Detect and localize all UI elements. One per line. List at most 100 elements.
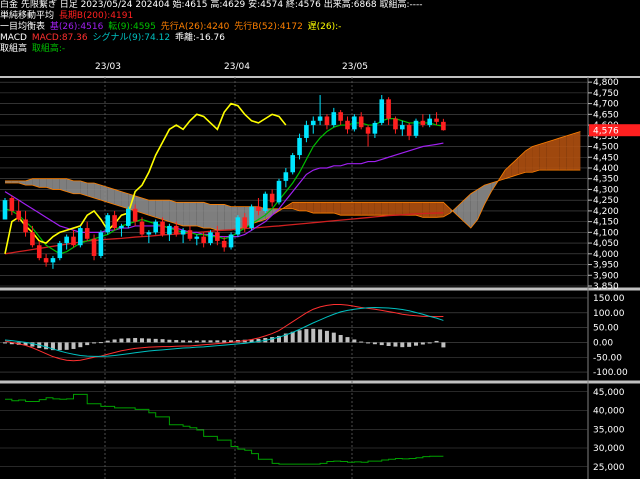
ichimoku-cloud-segment [546, 140, 553, 171]
price-tick-label: 4,350 [593, 175, 619, 185]
ichimoku-cloud-segment [559, 135, 567, 171]
candle-body [331, 112, 337, 126]
macd-histogram-bar [208, 340, 213, 343]
candle-body [420, 120, 426, 126]
ichimoku-cloud-segment [381, 202, 389, 216]
macd-histogram-bar [85, 342, 90, 346]
price-tick-label: 4,700 [593, 100, 619, 110]
macd-histogram-bar [78, 342, 83, 348]
ichimoku-cloud-segment [224, 204, 232, 231]
candle-body [276, 180, 282, 203]
candle-body [43, 258, 49, 263]
ichimoku-cloud-segment [416, 202, 423, 218]
oi-tick-label: 45,000 [593, 388, 625, 398]
candle-body [84, 228, 90, 239]
macd-tick-label: 50.00 [593, 324, 619, 334]
price-tick-label: 4,800 [593, 78, 619, 88]
candle-body [221, 240, 227, 248]
candle-body [153, 221, 158, 233]
candle-body [36, 245, 42, 259]
candle-body [441, 121, 446, 131]
macd-histogram-bar [338, 335, 343, 343]
macd-histogram-bar [324, 330, 329, 343]
candle-body [228, 234, 234, 248]
macd-histogram-bar [119, 338, 124, 343]
macd-histogram-bar [98, 342, 103, 344]
macd-histogram-bar [379, 342, 384, 346]
ichimoku-cloud-segment [422, 202, 430, 218]
ichimoku-cloud-segment [217, 204, 225, 231]
ichimoku-cloud-segment [299, 202, 307, 211]
candle-body [180, 230, 186, 235]
candle-body [57, 243, 63, 259]
macd-histogram-bar [181, 340, 186, 343]
price-tick-label: 4,000 [593, 250, 619, 260]
candle-body [352, 116, 357, 130]
macd-histogram-bar [318, 329, 323, 343]
candle-body [358, 116, 364, 128]
price-tick-label: 4,250 [593, 196, 619, 206]
macd-histogram-bar [304, 329, 309, 343]
ichimoku-cloud-segment [470, 189, 478, 229]
candle-body [215, 232, 220, 241]
candle-body [78, 228, 83, 246]
candle-body [50, 258, 56, 263]
ichimoku-cloud-segment [39, 178, 47, 188]
candle-body [30, 232, 35, 246]
candle-body [345, 120, 350, 130]
candle-body [263, 193, 268, 211]
candle-body [427, 118, 432, 126]
price-tick-label: 4,050 [593, 239, 619, 249]
macd-histogram-bar [146, 338, 151, 343]
macd-histogram-bar [407, 342, 412, 347]
ichimoku-cloud-segment [573, 131, 581, 171]
ichimoku-cloud-segment [340, 202, 348, 216]
price-tick-label: 3,850 [593, 282, 619, 292]
macd-histogram-bar [153, 338, 158, 343]
ichimoku-cloud-segment [402, 202, 410, 216]
macd-tick-label: -100.00 [593, 368, 628, 378]
macd-histogram-bar [366, 342, 371, 344]
last-price-label: 4,576 [593, 127, 619, 137]
macd-histogram-bar [400, 342, 405, 348]
macd-histogram-bar [105, 340, 110, 343]
candle-body [132, 208, 138, 222]
candle-body [105, 215, 111, 233]
candle-body [290, 155, 295, 173]
ichimoku-cloud-segment [505, 163, 512, 179]
candle-body [249, 206, 254, 229]
price-tick-label: 3,900 [593, 271, 619, 281]
candle-body [434, 118, 439, 122]
macd-histogram-bar [427, 342, 432, 344]
candle-body [173, 225, 179, 235]
price-tick-label: 3,950 [593, 261, 619, 271]
ichimoku-cloud-segment [94, 183, 101, 201]
candle-body [406, 125, 412, 136]
candle-body [297, 137, 302, 156]
candle-body [413, 120, 419, 136]
candle-body [16, 210, 21, 220]
macd-tick-label: 150.00 [593, 294, 625, 304]
macd-histogram-bar [167, 339, 172, 343]
macd-histogram-bar [71, 342, 76, 349]
macd-histogram-bar [160, 339, 165, 343]
candle-body [201, 236, 206, 244]
candle-body [242, 217, 248, 229]
oi-tick-label: 25,000 [593, 463, 625, 473]
price-tick-label: 4,400 [593, 164, 619, 174]
ichimoku-cloud-segment [326, 202, 334, 214]
ichimoku-cloud-segment [162, 200, 170, 222]
candle-body [400, 125, 405, 130]
ichimoku-cloud-segment [203, 202, 211, 229]
candle-body [208, 232, 213, 244]
ichimoku-cloud-segment [148, 200, 156, 218]
ichimoku-cloud-segment [388, 202, 396, 216]
candle-body [338, 112, 343, 121]
candle-body [71, 236, 76, 246]
candle-body [139, 221, 145, 235]
candle-body [167, 225, 172, 235]
macd-histogram-bar [414, 342, 418, 346]
ichimoku-cloud-segment [395, 202, 403, 216]
chart-canvas[interactable]: 4,8004,7504,7004,6504,6004,5504,5004,450… [0, 0, 640, 479]
macd-histogram-bar [187, 340, 192, 343]
